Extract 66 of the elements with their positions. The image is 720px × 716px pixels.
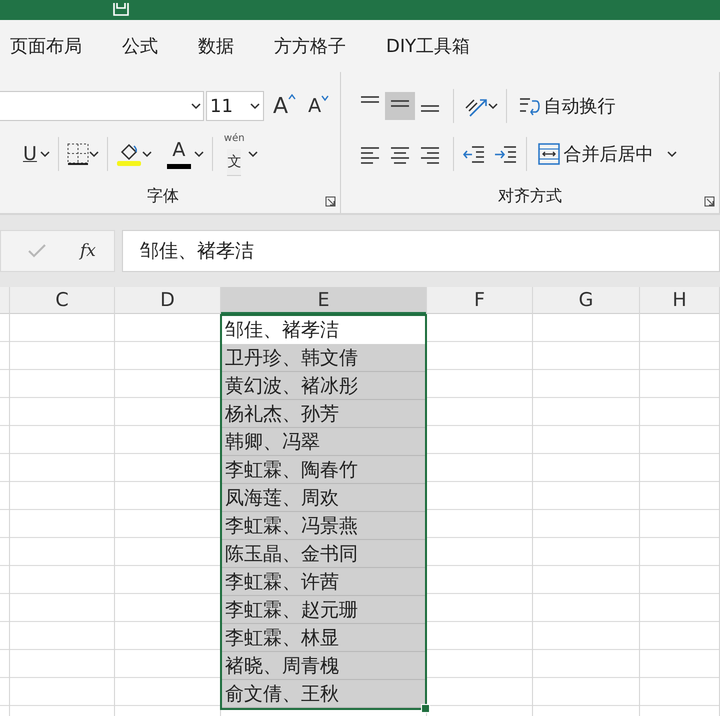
formula-field[interactable]: 邹佳、褚孝洁 [122, 230, 720, 272]
column-header[interactable]: H [640, 287, 719, 314]
table-cell[interactable]: 李虹霖、许茜 [222, 568, 425, 596]
checkmark-icon[interactable] [27, 243, 47, 259]
ribbon-tab[interactable]: 公式 [122, 32, 158, 60]
underline-button[interactable]: U [20, 141, 40, 167]
caret-icon[interactable] [142, 150, 152, 158]
table-cell[interactable]: 陈玉晶、金书同 [222, 540, 425, 568]
fill-color-icon[interactable] [116, 142, 142, 166]
table-cell[interactable]: 卫丹珍、韩文倩 [222, 344, 425, 372]
borders-icon[interactable] [66, 143, 89, 165]
insert-function-button[interactable]: fx [77, 239, 99, 263]
table-cell[interactable]: 李虹霖、冯景燕 [222, 512, 425, 540]
dialog-launcher-icon[interactable] [704, 196, 715, 207]
ribbon-tab[interactable]: 页面布局 [10, 32, 82, 60]
column-header[interactable]: C [10, 287, 114, 314]
ribbon-tab[interactable]: DIY工具箱 [386, 32, 470, 60]
shrink-font-button[interactable]: A [305, 95, 332, 117]
column-header[interactable] [0, 287, 9, 314]
increase-indent-icon[interactable] [494, 144, 518, 164]
save-icon[interactable] [112, 3, 130, 17]
table-cell[interactable]: 俞文倩、王秋 [222, 680, 425, 708]
align-center-icon [390, 146, 410, 164]
group-label: 对齐方式 [496, 186, 563, 207]
align-top-icon [360, 96, 380, 103]
down-caret-icon[interactable] [321, 95, 330, 101]
caret-icon[interactable] [666, 150, 677, 158]
caret-icon[interactable] [194, 150, 204, 158]
merge-center-button[interactable]: 合并后居中 [534, 140, 657, 168]
align-middle-icon [390, 100, 410, 107]
font-color-button[interactable]: A [164, 138, 194, 170]
column-header[interactable]: G [533, 287, 639, 314]
caret-icon[interactable] [488, 102, 498, 110]
caret-icon[interactable] [250, 102, 260, 110]
fill-handle[interactable] [421, 704, 430, 713]
caret-icon[interactable] [248, 150, 258, 158]
middle-align-button[interactable] [384, 92, 415, 120]
font-size-field[interactable]: 11 [206, 91, 264, 121]
grow-font-button[interactable]: A [270, 94, 300, 118]
table-cell[interactable]: 黄幻波、褚冰彤 [222, 372, 425, 400]
table-cell[interactable]: 凤海莲、周欢 [222, 484, 425, 512]
column-header[interactable]: F [427, 287, 532, 314]
merge-cells-icon [538, 143, 560, 165]
caret-icon[interactable] [191, 102, 201, 110]
caret-icon[interactable] [88, 150, 99, 158]
caret-icon[interactable] [40, 150, 50, 158]
column-header[interactable]: D [115, 287, 220, 314]
table-cell[interactable]: 李虹霖、陶春竹 [222, 456, 425, 484]
ribbon-tab[interactable]: 数据 [198, 32, 234, 60]
group-label: 字体 [146, 186, 180, 207]
align-left-icon [360, 146, 380, 164]
column-header[interactable]: E [221, 287, 426, 314]
table-cell[interactable]: 褚晓、周青槐 [222, 652, 425, 680]
wrap-text-button[interactable]: 自动换行 [514, 92, 619, 120]
table-cell[interactable]: 李虹霖、林显 [222, 624, 425, 652]
dialog-launcher-icon[interactable] [324, 196, 336, 207]
table-cell[interactable]: 韩卿、冯翠 [222, 428, 425, 456]
font-name-field[interactable] [0, 91, 204, 121]
decrease-indent-icon[interactable] [462, 144, 486, 164]
ribbon-tab[interactable]: 方方格子 [274, 32, 346, 60]
table-cell[interactable]: 李虹霖、赵元珊 [222, 596, 425, 624]
up-caret-icon[interactable] [288, 94, 296, 100]
align-right-icon [420, 146, 440, 164]
phonetic-guide-button[interactable]: wén 文 [220, 130, 248, 178]
align-bottom-icon [420, 105, 440, 112]
table-cell[interactable]: 杨礼杰、孙芳 [222, 400, 425, 428]
